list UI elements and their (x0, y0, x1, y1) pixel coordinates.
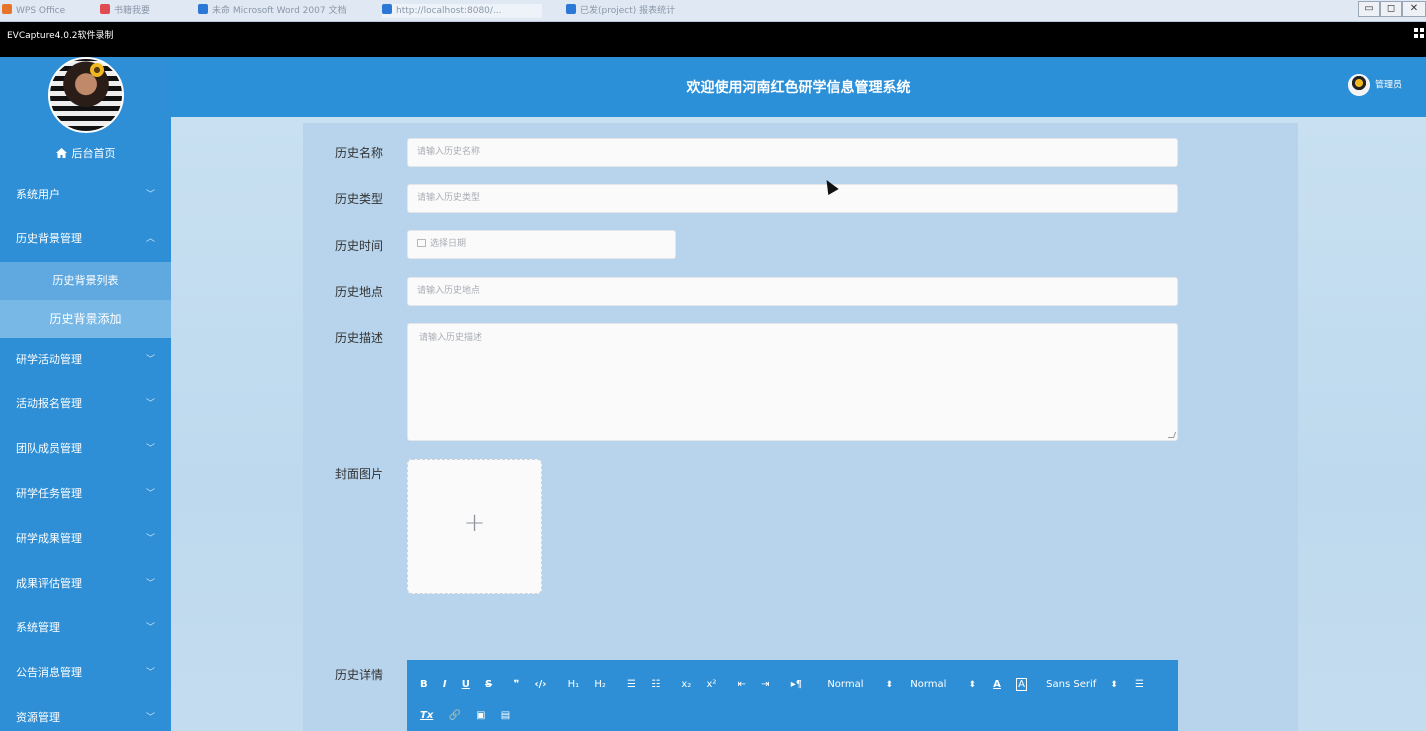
italic-button[interactable]: I (443, 679, 447, 690)
maximize-button[interactable]: ◻ (1380, 1, 1402, 17)
close-button[interactable]: ✕ (1402, 1, 1426, 17)
sidebar-item-result-evaluation[interactable]: 成果评估管理 ﹀ (0, 562, 171, 606)
sidebar: 后台首页 系统用户 ﹀ 历史背景管理 ︿ 历史背景列表 历史背景添加 研学活动管理 ﹀… (0, 57, 171, 731)
cover-image-uploader[interactable]: + (407, 459, 542, 594)
sidebar-item-study-activities[interactable]: 研学活动管理 ﹀ (0, 338, 171, 382)
browser-tab[interactable]: WPS Office (2, 4, 82, 18)
sidebar-item-resources[interactable]: 资源管理 ﹀ (0, 696, 171, 731)
calendar-icon (417, 239, 426, 247)
plus-icon: + (463, 508, 486, 538)
history-desc-label: 历史描述 (335, 331, 384, 345)
grid-icon[interactable] (1414, 28, 1424, 38)
browser-tab[interactable]: http://localhost:8080/... (382, 4, 542, 18)
sidebar-subitem-history-add[interactable]: 历史背景添加 (0, 300, 171, 338)
background-color-button[interactable]: A (1016, 678, 1027, 691)
browser-icon (382, 4, 392, 14)
sidebar-item-study-results[interactable]: 研学成果管理 ﹀ (0, 517, 171, 561)
browser-tab-strip: WPS Office 书籍我要 未命 Microsoft Word 2007 文… (0, 0, 1426, 22)
minimize-button[interactable]: ▭ (1358, 1, 1380, 17)
image-button[interactable]: ▣ (476, 710, 485, 721)
chevron-down-icon: ﹀ (145, 355, 155, 365)
browser-tab[interactable]: 书籍我要 (100, 4, 175, 18)
header-picker[interactable]: Normal ⬍ (910, 679, 976, 690)
capture-title: EVCapture4.0.2软件录制 (7, 31, 114, 41)
strike-button[interactable]: S (485, 679, 492, 690)
picker-arrow-icon: ⬍ (885, 680, 894, 690)
page-title: 欢迎使用河南红色研学信息管理系统 (686, 80, 911, 96)
avatar (48, 57, 124, 133)
header1-button[interactable]: H₁ (568, 679, 580, 690)
admin-menu[interactable]: 管理员 (1347, 74, 1402, 97)
bullet-list-button[interactable]: ☷ (651, 679, 660, 690)
sidebar-item-activity-signup[interactable]: 活动报名管理 ﹀ (0, 382, 171, 426)
video-button[interactable]: ▤ (501, 710, 510, 721)
blockquote-button[interactable]: ❞ (513, 679, 519, 690)
ordered-list-button[interactable]: ☰ (627, 679, 636, 690)
chevron-down-icon: ﹀ (145, 399, 155, 409)
chevron-down-icon: ﹀ (145, 489, 155, 499)
align-button[interactable]: ☰ (1135, 679, 1144, 690)
avatar (1347, 74, 1370, 96)
browser-tab[interactable]: 未命 Microsoft Word 2007 文档 (198, 4, 358, 18)
sidebar-item-announcements[interactable]: 公告消息管理 ﹀ (0, 651, 171, 695)
cover-image-label: 封面图片 (335, 467, 384, 481)
history-name-label: 历史名称 (335, 146, 384, 160)
superscript-button[interactable]: x² (706, 679, 716, 690)
capture-bar: EVCapture4.0.2软件录制 (0, 22, 1426, 57)
chevron-down-icon: ﹀ (145, 534, 155, 544)
history-place-input[interactable]: 请输入历史地点 (407, 277, 1178, 306)
sidebar-item-system-management[interactable]: 系统管理 ﹀ (0, 606, 171, 650)
picker-arrow-icon: ⬍ (968, 680, 976, 690)
chevron-down-icon: ﹀ (145, 623, 155, 633)
chevron-down-icon: ﹀ (145, 579, 155, 589)
document-icon (100, 4, 110, 14)
outdent-button[interactable]: ⇤ (738, 679, 746, 690)
resize-handle-icon[interactable] (1167, 432, 1177, 438)
sidebar-item-system-users[interactable]: 系统用户 ﹀ (0, 173, 171, 217)
chevron-up-icon: ︿ (145, 234, 155, 244)
clear-format-button[interactable]: Tx (420, 710, 433, 721)
picker-arrow-icon: ⬍ (1110, 680, 1118, 690)
home-icon (55, 148, 67, 158)
indent-button[interactable]: ⇥ (761, 679, 769, 690)
history-type-input[interactable]: 请输入历史类型 (407, 184, 1178, 213)
top-header: 欢迎使用河南红色研学信息管理系统 管理员 (171, 57, 1426, 117)
admin-label: 管理员 (1374, 80, 1402, 91)
chevron-down-icon: ﹀ (145, 668, 155, 678)
bold-button[interactable]: B (420, 679, 428, 690)
sidebar-item-history-background[interactable]: 历史背景管理 ︿ (0, 217, 171, 261)
sidebar-item-team-members[interactable]: 团队成员管理 ﹀ (0, 427, 171, 471)
history-date-picker[interactable]: 选择日期 (407, 230, 676, 259)
sidebar-item-study-tasks[interactable]: 研学任务管理 ﹀ (0, 472, 171, 516)
rich-text-toolbar: B I U S ❞ ‹/› H₁ H₂ ☰ ☷ x₂ x² ⇤ ⇥ ▸¶ Nor… (407, 660, 1178, 731)
sidebar-item-home[interactable]: 后台首页 (0, 145, 171, 161)
browser-icon (566, 4, 576, 14)
chevron-down-icon: ﹀ (145, 713, 155, 723)
browser-tab[interactable]: 已发(project) 报表统计 (566, 4, 766, 18)
code-block-button[interactable]: ‹/› (535, 679, 547, 690)
history-name-input[interactable]: 请输入历史名称 (407, 138, 1178, 167)
underline-button[interactable]: U (462, 679, 470, 690)
font-picker[interactable]: Sans Serif ⬍ (1046, 679, 1118, 690)
word-icon (198, 4, 208, 14)
sidebar-subitem-history-list[interactable]: 历史背景列表 (0, 262, 171, 300)
history-type-label: 历史类型 (335, 192, 384, 206)
history-time-label: 历史时间 (335, 239, 384, 253)
text-color-button[interactable]: A (993, 679, 1001, 690)
history-desc-textarea[interactable]: 请输入历史描述 (407, 323, 1178, 441)
size-picker[interactable]: Normal ⬍ (827, 679, 893, 690)
header2-button[interactable]: H₂ (594, 679, 606, 690)
link-button[interactable]: 🔗 (448, 710, 460, 721)
wps-icon (2, 4, 12, 14)
text-direction-button[interactable]: ▸¶ (791, 679, 802, 690)
flower-icon (90, 63, 104, 77)
history-place-label: 历史地点 (335, 285, 384, 299)
subscript-button[interactable]: x₂ (681, 679, 691, 690)
chevron-down-icon: ﹀ (145, 190, 155, 200)
history-detail-label: 历史详情 (335, 668, 384, 682)
chevron-down-icon: ﹀ (145, 444, 155, 454)
